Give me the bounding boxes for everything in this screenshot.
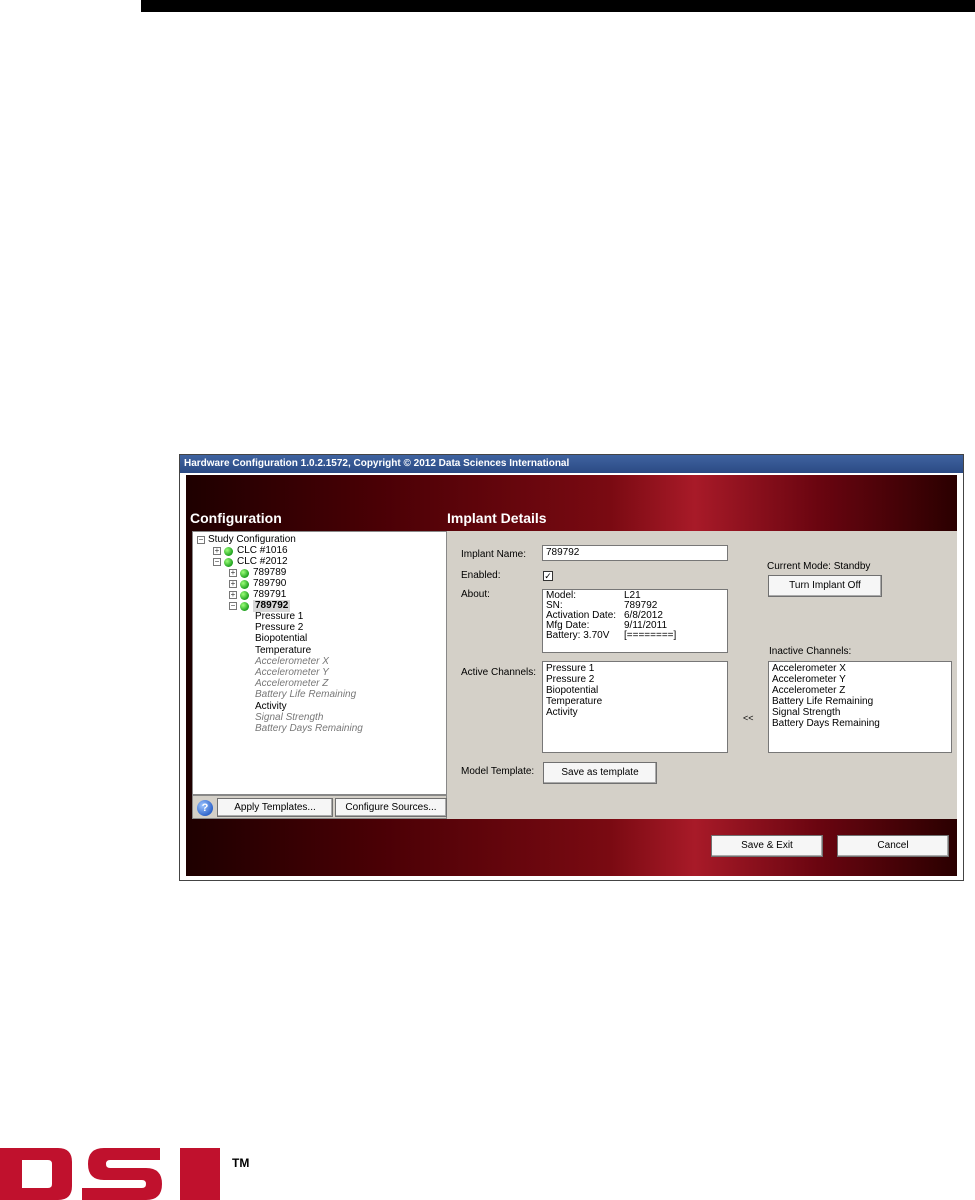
status-online-icon: [240, 590, 249, 600]
status-online-icon: [240, 579, 249, 589]
list-item[interactable]: Pressure 1: [546, 663, 724, 674]
tree-item-channel[interactable]: Temperature: [255, 645, 311, 657]
about-box: Model: L21 SN: 789792 Activation Date: 6/8/20…: [542, 589, 728, 653]
model-template-label: Model Template:: [461, 766, 535, 777]
configuration-heading: Configuration: [190, 510, 282, 526]
expand-icon[interactable]: +: [229, 569, 237, 577]
list-item[interactable]: Accelerometer X: [772, 663, 948, 674]
collapse-icon[interactable]: −: [229, 602, 237, 610]
active-channels-list[interactable]: Pressure 1 Pressure 2 Biopotential Temperat…: [542, 661, 728, 753]
about-label: About:: [461, 589, 490, 600]
cancel-button[interactable]: Cancel: [837, 835, 949, 857]
tree-item-channel[interactable]: Battery Life Remaining: [255, 689, 356, 701]
list-item[interactable]: Pressure 2: [546, 674, 724, 685]
configuration-tree[interactable]: − Study Configuration + CLC #1016 − CLC …: [192, 531, 447, 795]
list-item[interactable]: Battery Life Remaining: [772, 696, 948, 707]
implant-name-label: Implant Name:: [461, 549, 527, 560]
hardware-config-window: Hardware Configuration 1.0.2.1572, Copyr…: [179, 454, 964, 881]
tree-item-channel[interactable]: Signal Strength: [255, 712, 323, 724]
status-online-icon: [224, 557, 233, 567]
list-item[interactable]: Signal Strength: [772, 707, 948, 718]
status-online-icon: [224, 546, 233, 556]
status-online-icon: [240, 601, 249, 611]
tree-item-channel[interactable]: Battery Days Remaining: [255, 723, 363, 735]
logo-letter-s: [82, 1148, 162, 1200]
help-icon[interactable]: ?: [197, 800, 213, 816]
app-body: Configuration Implant Details − Study Co…: [186, 475, 957, 876]
about-key: Battery: 3.70V: [546, 630, 610, 641]
implant-name-input[interactable]: 789792: [542, 545, 728, 561]
tree-item-channel[interactable]: Accelerometer Y: [255, 667, 329, 679]
enabled-checkbox[interactable]: ✓: [543, 571, 553, 581]
inactive-channels-label: Inactive Channels:: [769, 646, 852, 657]
expand-icon[interactable]: +: [229, 591, 237, 599]
dsi-logo: [0, 1148, 220, 1200]
collapse-icon[interactable]: −: [213, 558, 221, 566]
status-online-icon: [240, 568, 249, 578]
list-item[interactable]: Activity: [546, 707, 724, 718]
save-exit-button[interactable]: Save & Exit: [711, 835, 823, 857]
inactive-channels-list[interactable]: Accelerometer X Accelerometer Y Accelerome…: [768, 661, 952, 753]
turn-implant-off-button[interactable]: Turn Implant Off: [768, 575, 882, 597]
list-item[interactable]: Accelerometer Z: [772, 685, 948, 696]
tree-item-channel[interactable]: Activity: [255, 701, 287, 713]
tree-item-channel[interactable]: Biopotential: [255, 633, 307, 645]
tree-item-channel[interactable]: Accelerometer X: [255, 656, 329, 668]
tree-item-channel[interactable]: Pressure 1: [255, 611, 303, 623]
list-item[interactable]: Accelerometer Y: [772, 674, 948, 685]
tree-toolbar: ? Apply Templates... Configure Sources..…: [192, 795, 447, 819]
header-rule: [141, 0, 975, 12]
tree-item-channel[interactable]: Accelerometer Z: [255, 678, 328, 690]
implant-details-heading: Implant Details: [447, 510, 547, 526]
logo-letter-i: [180, 1148, 220, 1200]
save-as-template-button[interactable]: Save as template: [543, 762, 657, 784]
about-value: [========]: [624, 630, 677, 641]
list-item[interactable]: Temperature: [546, 696, 724, 707]
expand-icon[interactable]: +: [213, 547, 221, 555]
trademark-symbol: TM: [232, 1156, 250, 1170]
list-item[interactable]: Battery Days Remaining: [772, 718, 948, 729]
configure-sources-button[interactable]: Configure Sources...: [335, 798, 447, 817]
apply-templates-button[interactable]: Apply Templates...: [217, 798, 333, 817]
logo-letter-d: [0, 1148, 72, 1200]
move-to-active-button[interactable]: <<: [743, 713, 754, 723]
window-title: Hardware Configuration 1.0.2.1572, Copyr…: [180, 455, 963, 473]
current-mode-label: Current Mode: Standby: [767, 561, 871, 572]
active-channels-label: Active Channels:: [461, 667, 537, 678]
expand-icon[interactable]: +: [229, 580, 237, 588]
enabled-label: Enabled:: [461, 570, 501, 581]
collapse-icon[interactable]: −: [197, 536, 205, 544]
tree-item-channel[interactable]: Pressure 2: [255, 622, 303, 634]
implant-details-panel: Implant Name: 789792 Enabled: ✓ About: M…: [447, 531, 957, 819]
list-item[interactable]: Biopotential: [546, 685, 724, 696]
